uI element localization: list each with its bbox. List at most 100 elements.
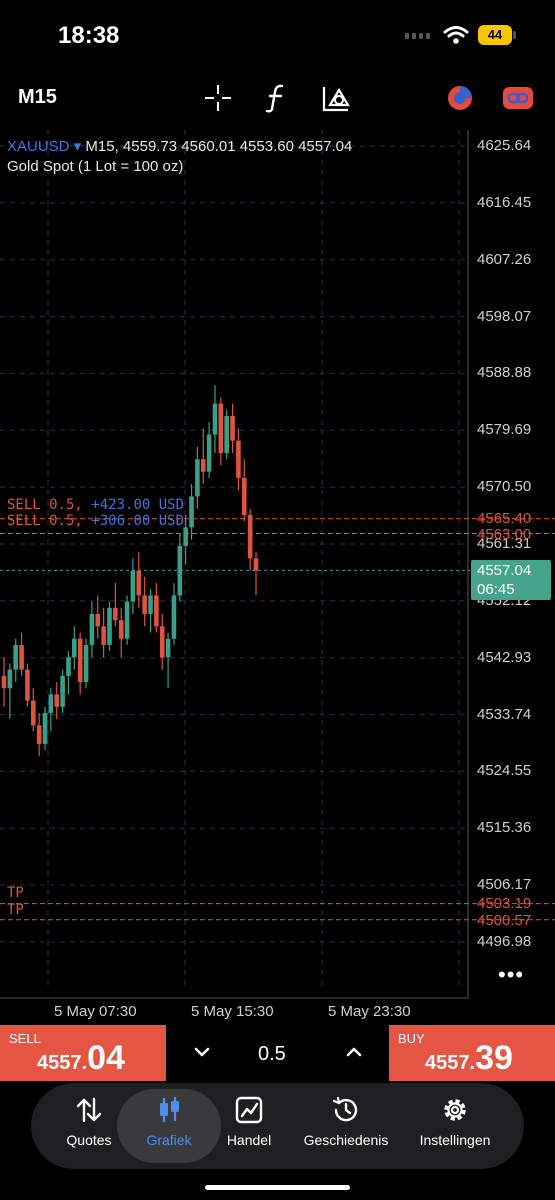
nav-label: Instellingen xyxy=(419,1132,491,1148)
price-axis-label: 4506.17 xyxy=(477,876,532,894)
candle-body xyxy=(83,644,89,683)
chart-symbol-line: XAUUSD ▾ M15, 4559.73 4560.01 4553.60 45… xyxy=(7,138,353,155)
trade-chart-icon xyxy=(235,1096,263,1124)
take-profit-price-label: 4503.19 xyxy=(477,895,532,912)
sell-price-main: 4557. xyxy=(37,1052,88,1074)
home-indicator xyxy=(205,1185,350,1190)
objects-icon[interactable] xyxy=(320,83,352,113)
price-axis-label: 4616.45 xyxy=(477,193,532,211)
candle-body xyxy=(89,613,95,645)
candle-body xyxy=(206,434,212,472)
ohlc-values: 4559.73 4560.01 4553.60 4557.04 xyxy=(122,138,353,155)
candle-body xyxy=(7,669,13,689)
candle-body xyxy=(212,403,218,435)
candle-body xyxy=(42,712,48,744)
position-side: SELL 0.5, xyxy=(7,513,83,529)
candle-body xyxy=(25,669,30,701)
candle-body xyxy=(124,601,130,639)
symbol-dropdown-icon[interactable]: ▾ xyxy=(70,138,86,155)
candle-body xyxy=(189,496,194,528)
candle-body xyxy=(36,725,42,744)
candle-body xyxy=(253,558,259,571)
candle-body xyxy=(218,403,224,454)
candle-body xyxy=(130,570,136,602)
candle-body xyxy=(224,415,229,454)
arrows-up-down-icon xyxy=(76,1097,102,1123)
indicators-icon[interactable] xyxy=(264,83,290,113)
nav-item-instellingen[interactable]: Instellingen xyxy=(405,1095,505,1148)
more-options-icon[interactable]: ••• xyxy=(498,962,524,988)
price-axis-label: 4533.74 xyxy=(477,705,532,723)
sell-price: 4557.04 xyxy=(37,1039,125,1078)
candle-body xyxy=(148,595,153,614)
price-axis-label: 4607.26 xyxy=(477,250,532,268)
position-side: SELL 0.5, xyxy=(7,497,83,513)
chart-timeframe-label: M15 xyxy=(85,138,115,155)
lot-size-input[interactable]: 0.5 xyxy=(258,1043,286,1066)
battery-tip xyxy=(513,31,516,39)
candle-body xyxy=(113,607,118,621)
trading-link-icon[interactable] xyxy=(501,84,535,112)
candle-body xyxy=(142,595,147,614)
timeframe-selector[interactable]: M15 xyxy=(18,86,57,109)
candle-body xyxy=(13,644,19,670)
position-pnl: +306.00 USD xyxy=(91,513,185,529)
price-axis-label: 4625.64 xyxy=(477,137,532,154)
candle-body xyxy=(154,595,159,627)
buy-price-pips: 39 xyxy=(475,1039,513,1077)
candle-body xyxy=(66,657,71,676)
candle-body xyxy=(165,638,171,658)
price-axis-label: 4542.93 xyxy=(477,648,532,666)
nav-item-geschiedenis[interactable]: Geschiedenis xyxy=(296,1095,396,1148)
candle-body xyxy=(54,694,60,707)
crosshair-icon[interactable] xyxy=(203,83,233,113)
position-price-label: 4563.00 xyxy=(477,526,532,543)
price-axis-label: 4598.07 xyxy=(477,307,532,325)
time-axis-label: 5 May 15:30 xyxy=(191,1003,274,1020)
sell-button[interactable]: SELL 4557.04 xyxy=(0,1025,166,1081)
price-axis-label: 4570.50 xyxy=(477,478,532,496)
candle-body xyxy=(72,638,77,658)
battery-icon: 44 xyxy=(478,25,512,45)
candle-body xyxy=(1,675,7,689)
current-price-label: 4557.04 xyxy=(477,562,532,579)
candle-body xyxy=(236,440,241,478)
symbol-selector[interactable]: XAUUSD xyxy=(7,138,70,155)
take-profit-price-label: 4500.57 xyxy=(477,912,532,929)
position-pnl: +423.00 USD xyxy=(91,497,185,513)
time-axis-label: 5 May 07:30 xyxy=(54,1003,137,1020)
nav-label: Handel xyxy=(226,1132,272,1148)
buy-price-main: 4557. xyxy=(425,1052,476,1074)
candle-body xyxy=(118,620,124,639)
candle-body xyxy=(241,477,247,515)
price-axis-label: 4496.98 xyxy=(477,933,532,950)
candle-body xyxy=(31,700,36,726)
bar-countdown-label: 06:45 xyxy=(477,581,515,598)
lot-increase-button[interactable] xyxy=(342,1040,366,1064)
lot-decrease-button[interactable] xyxy=(190,1040,214,1064)
position-label[interactable]: SELL 0.5, +423.00 USD xyxy=(7,497,184,513)
history-clock-icon xyxy=(332,1096,358,1122)
candle-body xyxy=(136,570,142,596)
candle-body xyxy=(230,415,235,441)
take-profit-label[interactable]: TP xyxy=(7,885,24,901)
gear-icon xyxy=(444,1099,466,1121)
signals-logo-icon[interactable] xyxy=(444,84,476,112)
buy-button[interactable]: BUY 4557.39 xyxy=(389,1025,555,1081)
wifi-icon xyxy=(443,26,469,44)
nav-item-handel[interactable]: Handel xyxy=(199,1095,299,1148)
candle-body xyxy=(77,638,83,683)
candle-body xyxy=(101,626,106,645)
cellular-signal-icon xyxy=(405,30,435,42)
take-profit-label[interactable]: TP xyxy=(7,902,24,918)
position-label[interactable]: SELL 0.5, +306.00 USD xyxy=(7,513,184,529)
status-time: 18:38 xyxy=(58,22,120,49)
candle-body xyxy=(200,459,206,472)
candle-body xyxy=(48,694,54,713)
price-axis-label: 4515.36 xyxy=(477,819,532,837)
symbol-description: Gold Spot (1 Lot = 100 oz) xyxy=(7,158,184,175)
nav-label: Geschiedenis xyxy=(303,1132,389,1148)
candle-body xyxy=(159,626,165,658)
candle-body xyxy=(19,644,24,670)
price-axis-label: 4524.55 xyxy=(477,762,532,780)
